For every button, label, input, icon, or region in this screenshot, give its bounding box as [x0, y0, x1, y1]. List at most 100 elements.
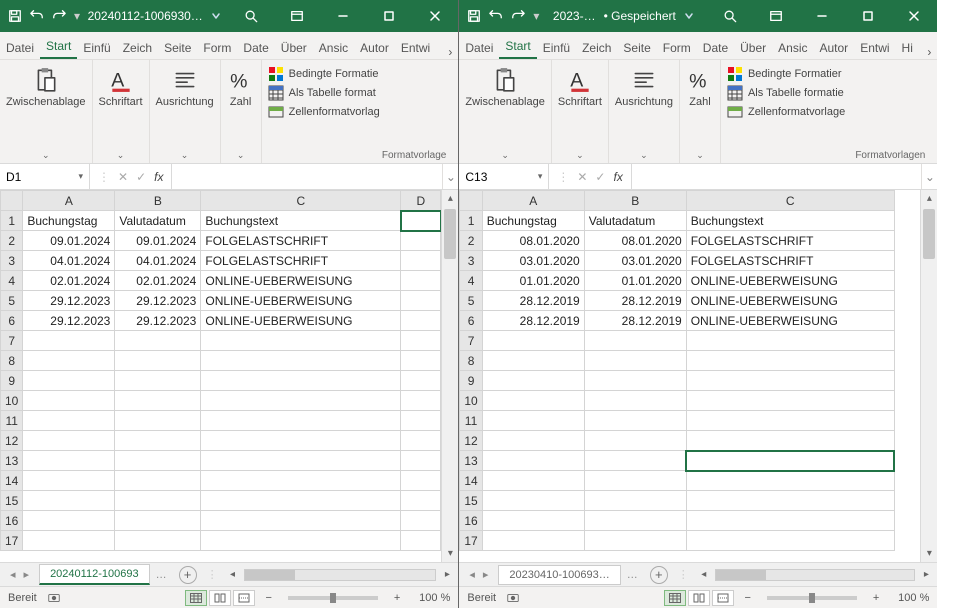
maximize-button[interactable]	[366, 0, 412, 32]
save-icon[interactable]	[467, 9, 481, 23]
cell[interactable]: 01.01.2020	[584, 271, 686, 291]
cell[interactable]: ONLINE-UEBERWEISUNG	[201, 291, 401, 311]
ribbon-tab-über[interactable]: Über	[275, 36, 313, 59]
cell[interactable]	[23, 511, 115, 531]
cell[interactable]	[115, 431, 201, 451]
cell[interactable]	[23, 371, 115, 391]
cell[interactable]	[401, 391, 441, 411]
cell[interactable]	[584, 351, 686, 371]
cell[interactable]: ONLINE-UEBERWEISUNG	[686, 311, 894, 331]
chevron-right-icon[interactable]: ›	[442, 45, 458, 59]
cell[interactable]	[482, 431, 584, 451]
cell[interactable]: 29.12.2023	[115, 291, 201, 311]
cell[interactable]	[23, 351, 115, 371]
normal-view-button[interactable]	[185, 590, 207, 606]
accept-icon[interactable]: ✓	[595, 170, 605, 184]
cell[interactable]	[584, 451, 686, 471]
cell[interactable]	[23, 471, 115, 491]
select-all-corner[interactable]	[1, 191, 23, 211]
cell[interactable]	[401, 311, 441, 331]
cell[interactable]: 29.12.2023	[115, 311, 201, 331]
accept-icon[interactable]: ✓	[136, 170, 146, 184]
row-header[interactable]: 17	[460, 531, 482, 551]
cell[interactable]	[584, 391, 686, 411]
cell[interactable]	[401, 371, 441, 391]
col-header-B[interactable]: B	[584, 191, 686, 211]
cell[interactable]	[401, 491, 441, 511]
row-header[interactable]: 9	[460, 371, 482, 391]
paste-button[interactable]: Zwischenablage	[6, 66, 86, 108]
cell[interactable]	[686, 471, 894, 491]
format-as-table-button[interactable]: Als Tabelle formatie	[727, 85, 845, 101]
cell[interactable]: 28.12.2019	[482, 311, 584, 331]
expand-formula-bar[interactable]: ⌄	[921, 164, 937, 189]
cell[interactable]	[401, 451, 441, 471]
row-header[interactable]: 11	[460, 411, 482, 431]
row-header[interactable]: 15	[460, 491, 482, 511]
font-button[interactable]: A Schriftart	[99, 66, 143, 108]
conditional-formatting-button[interactable]: Bedingte Formatier	[727, 66, 845, 82]
cell[interactable]: 09.01.2024	[23, 231, 115, 251]
ribbon-tab-seite[interactable]: Seite	[617, 36, 656, 59]
expand-formula-bar[interactable]: ⌄	[442, 164, 458, 189]
row-header[interactable]: 16	[1, 511, 23, 531]
row-header[interactable]: 9	[1, 371, 23, 391]
ribbon-tab-date[interactable]: Date	[697, 36, 734, 59]
ribbon-tab-seite[interactable]: Seite	[158, 36, 197, 59]
cell[interactable]	[115, 531, 201, 551]
cell[interactable]	[401, 471, 441, 491]
cell[interactable]	[584, 531, 686, 551]
cell[interactable]	[686, 451, 894, 471]
cell[interactable]	[584, 371, 686, 391]
col-header-B[interactable]: B	[115, 191, 201, 211]
cell[interactable]: 09.01.2024	[115, 231, 201, 251]
cell[interactable]: 08.01.2020	[482, 231, 584, 251]
cell[interactable]	[401, 531, 441, 551]
sheet-nav-next[interactable]: ▸	[483, 568, 489, 581]
cell[interactable]: Buchungstag	[23, 211, 115, 231]
cell[interactable]	[482, 451, 584, 471]
sheet-nav-next[interactable]: ▸	[24, 568, 30, 581]
ribbon-tab-start[interactable]: Start	[40, 34, 77, 59]
cell[interactable]	[115, 511, 201, 531]
row-header[interactable]: 10	[1, 391, 23, 411]
cell[interactable]: 04.01.2024	[115, 251, 201, 271]
cell[interactable]: ONLINE-UEBERWEISUNG	[686, 271, 894, 291]
cell[interactable]	[115, 411, 201, 431]
sheet-tab[interactable]: 20230410-100693…	[498, 565, 620, 585]
cell[interactable]	[686, 431, 894, 451]
cell[interactable]	[482, 411, 584, 431]
cell[interactable]	[201, 451, 401, 471]
col-header-C[interactable]: C	[686, 191, 894, 211]
row-header[interactable]: 14	[460, 471, 482, 491]
cell[interactable]	[482, 371, 584, 391]
cell[interactable]	[115, 351, 201, 371]
page-break-view-button[interactable]	[233, 590, 255, 606]
cell[interactable]	[23, 451, 115, 471]
row-header[interactable]: 8	[460, 351, 482, 371]
macro-recorder-icon[interactable]	[506, 591, 520, 605]
cell[interactable]	[482, 351, 584, 371]
ribbon-tab-autor[interactable]: Autor	[354, 36, 395, 59]
minimize-button[interactable]	[799, 0, 845, 32]
ribbon-tab-einfü[interactable]: Einfü	[537, 36, 576, 59]
number-button[interactable]: % Zahl	[227, 66, 255, 108]
cell[interactable]	[23, 331, 115, 351]
ribbon-tab-hi[interactable]: Hi	[896, 36, 919, 59]
cell[interactable]	[115, 371, 201, 391]
ribbon-tab-über[interactable]: Über	[734, 36, 772, 59]
row-header[interactable]: 7	[1, 331, 23, 351]
cell[interactable]	[401, 411, 441, 431]
cell-styles-button[interactable]: Zellenformatvorlage	[727, 104, 845, 120]
row-header[interactable]: 14	[1, 471, 23, 491]
cell[interactable]: 29.12.2023	[23, 291, 115, 311]
ribbon-tab-zeich[interactable]: Zeich	[117, 36, 158, 59]
cell[interactable]	[201, 511, 401, 531]
select-all-corner[interactable]	[460, 191, 482, 211]
ribbon-tab-zeich[interactable]: Zeich	[576, 36, 617, 59]
name-box[interactable]: D1▾	[0, 164, 90, 189]
search-icon[interactable]	[707, 0, 753, 32]
row-header[interactable]: 17	[1, 531, 23, 551]
ribbon-tab-form[interactable]: Form	[657, 36, 697, 59]
cell[interactable]: 28.12.2019	[482, 291, 584, 311]
